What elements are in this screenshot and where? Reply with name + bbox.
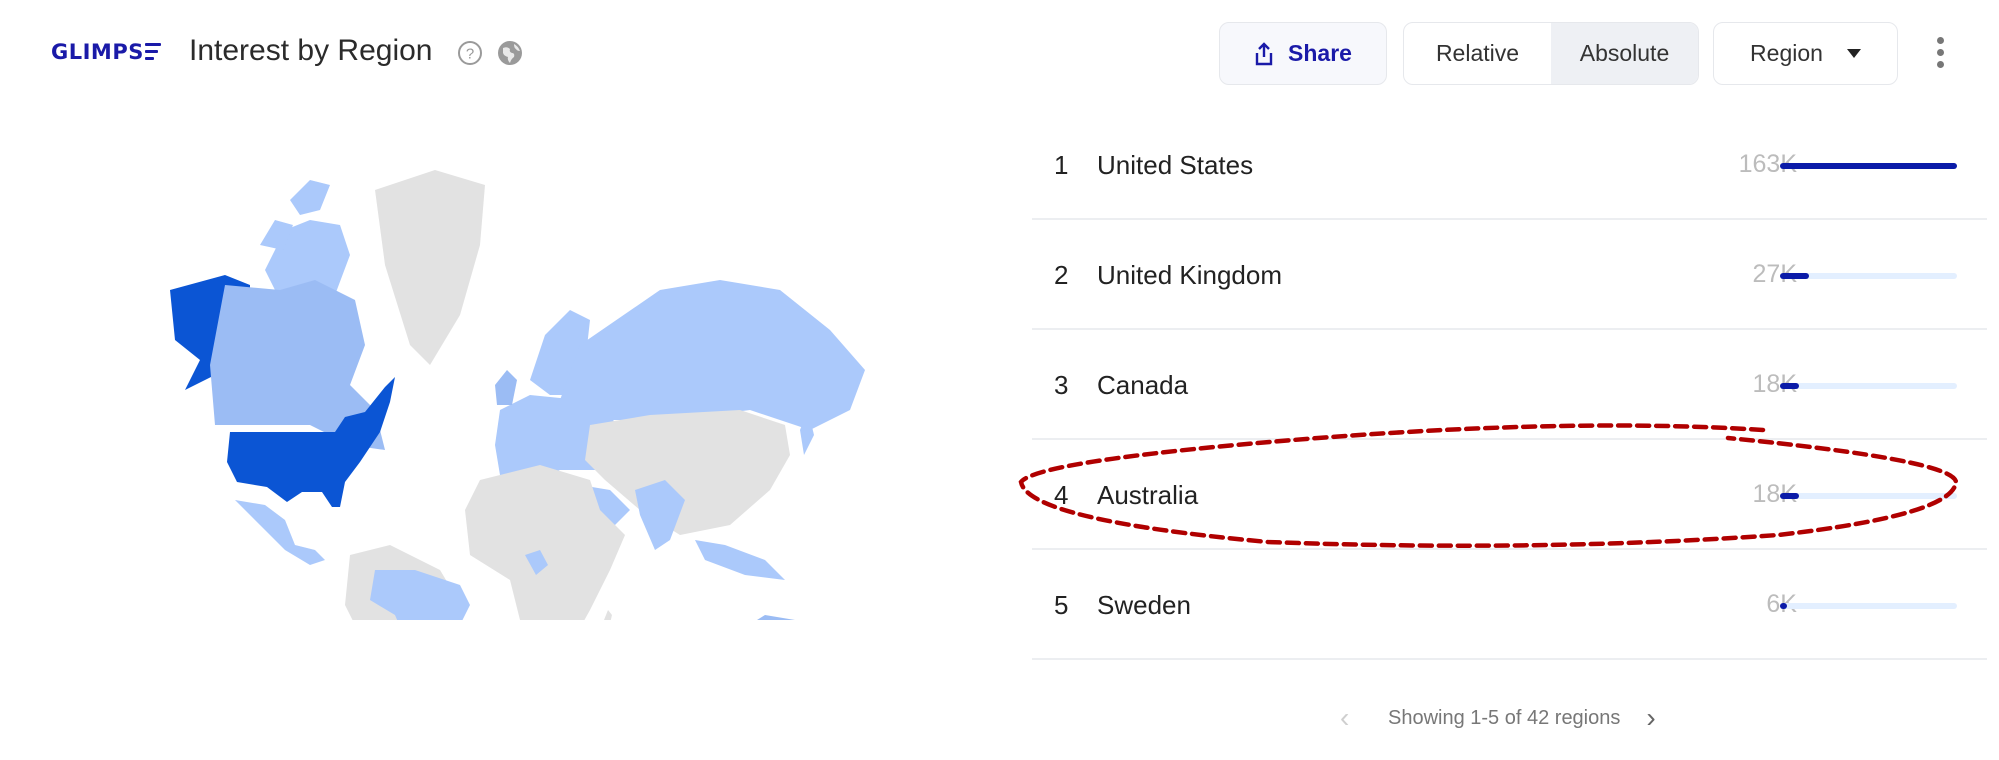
region-row[interactable]: 2 United Kingdom 27K: [1032, 220, 1987, 330]
region-bar-track: [1780, 163, 1957, 169]
region-row[interactable]: 4 Australia 18K: [1032, 440, 1987, 550]
toggle-absolute[interactable]: Absolute: [1551, 23, 1698, 84]
share-label: Share: [1288, 40, 1352, 66]
toggle-relative[interactable]: Relative: [1404, 23, 1551, 84]
share-icon: [1255, 41, 1273, 65]
globe-icon[interactable]: [497, 40, 523, 66]
region-bar-track: [1780, 603, 1957, 609]
svg-text:?: ?: [466, 46, 474, 63]
chevron-right-icon[interactable]: ›: [1646, 702, 1655, 734]
region-bar-fill: [1780, 603, 1787, 609]
region-bar-track: [1780, 493, 1957, 499]
region-name: United Kingdom: [1097, 260, 1282, 290]
region-row[interactable]: 5 Sweden 6K: [1032, 550, 1987, 660]
region-rank: 3: [1054, 370, 1069, 400]
region-rank: 2: [1054, 260, 1069, 290]
pagination-label: Showing 1-5 of 42 regions: [1388, 706, 1621, 729]
page-title: Interest by Region: [189, 34, 433, 67]
map-region-mexico: [235, 500, 325, 565]
map-region-australia: [757, 615, 795, 620]
region-rank: 1: [1054, 150, 1069, 180]
region-row[interactable]: 1 United States 163K: [1032, 110, 1987, 220]
region-dropdown[interactable]: Region: [1713, 22, 1898, 85]
map-region-united-kingdom: [495, 370, 517, 405]
region-bar-track: [1780, 273, 1957, 279]
region-rank: 5: [1054, 590, 1069, 620]
region-bar-track: [1780, 383, 1957, 389]
pagination: ‹ Showing 1-5 of 42 regions ›: [1340, 700, 1680, 736]
region-bar-fill: [1780, 163, 1957, 169]
region-name: United States: [1097, 150, 1254, 180]
region-row[interactable]: 3 Canada 18K: [1032, 330, 1987, 440]
region-name: Australia: [1097, 480, 1199, 510]
glimpse-logo[interactable]: GLIMPS: [51, 40, 161, 64]
help-icon[interactable]: ?: [457, 40, 483, 66]
region-bar-fill: [1780, 273, 1810, 279]
map-region-africa: [465, 465, 625, 620]
logo-text: GLIMPS: [51, 40, 144, 64]
region-list: 1 United States 163K 2 United Kingdom 27…: [1032, 110, 1987, 660]
region-bar-fill: [1780, 493, 1800, 499]
region-dropdown-label: Region: [1750, 40, 1823, 66]
more-vertical-icon[interactable]: [1930, 37, 1950, 71]
share-button[interactable]: Share: [1219, 22, 1387, 85]
region-bar-fill: [1780, 383, 1800, 389]
map-region-se-asia: [695, 540, 785, 580]
region-rank: 4: [1054, 480, 1069, 510]
region-name: Canada: [1097, 370, 1189, 400]
caret-down-icon: [1846, 49, 1861, 58]
logo-e-mark-icon: [144, 43, 161, 60]
scale-toggle: Relative Absolute: [1403, 22, 1699, 85]
region-name: Sweden: [1097, 590, 1191, 620]
world-map[interactable]: [150, 160, 880, 620]
map-region-greenland: [375, 170, 485, 365]
chevron-left-icon[interactable]: ‹: [1340, 702, 1370, 734]
header: GLIMPS Interest by Region ? Share Relati…: [0, 0, 1999, 110]
